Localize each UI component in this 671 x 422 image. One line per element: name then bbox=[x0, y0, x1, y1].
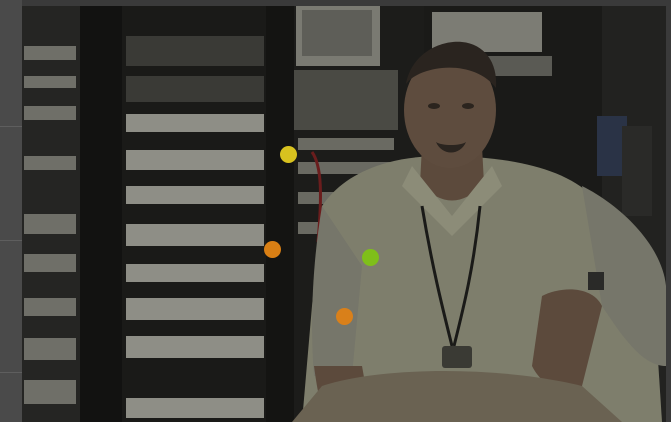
left-strip-divider bbox=[0, 240, 22, 241]
right-border bbox=[666, 0, 671, 422]
left-strip-divider bbox=[0, 372, 22, 373]
left-sidebar-strip bbox=[0, 0, 22, 422]
left-strip-divider bbox=[0, 126, 22, 127]
hotspot-yellow[interactable] bbox=[280, 146, 297, 163]
photo-illustration bbox=[22, 6, 666, 422]
hotspot-green[interactable] bbox=[362, 249, 379, 266]
hotspot-orange-upper[interactable] bbox=[264, 241, 281, 258]
screenshot-frame bbox=[0, 0, 671, 422]
server-room-photo bbox=[22, 6, 666, 422]
hotspot-orange-lower[interactable] bbox=[336, 308, 353, 325]
